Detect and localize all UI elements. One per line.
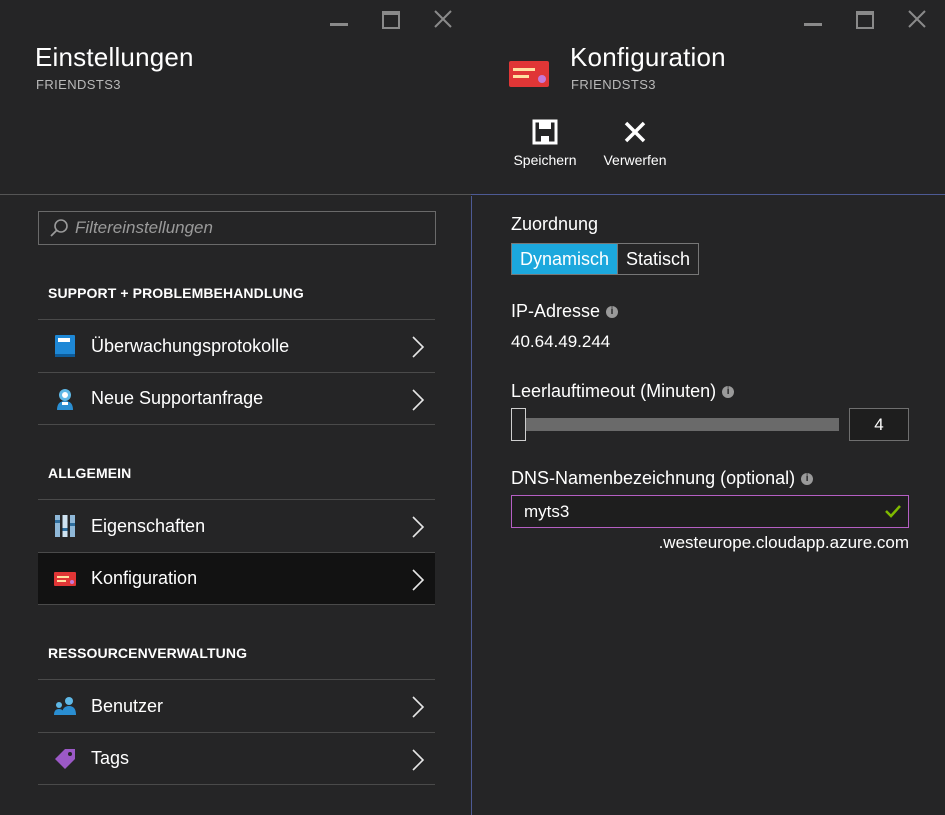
filter-input[interactable]: Filtereinstellungen	[38, 211, 436, 245]
close-icon	[908, 10, 926, 28]
nav-item-tags[interactable]: Tags	[38, 732, 435, 785]
discard-button[interactable]: Verwerfen	[595, 117, 675, 168]
nav-item-label: Benutzer	[91, 695, 164, 716]
idle-timeout-slider[interactable]	[511, 408, 839, 441]
minimize-button[interactable]	[799, 8, 829, 30]
chevron-right-icon	[412, 569, 425, 591]
page-subtitle: FRIENDSTS3	[36, 77, 121, 92]
idle-timeout-label: Leerlauftimeout (Minuten) i	[511, 381, 735, 402]
minimize-button[interactable]	[325, 8, 355, 30]
close-button[interactable]	[903, 8, 933, 30]
search-icon	[50, 219, 68, 237]
dns-label-text: DNS-Namenbezeichnung (optional)	[511, 468, 796, 488]
ip-address-label-text: IP-Adresse	[511, 301, 601, 321]
slider-thumb[interactable]	[511, 408, 526, 441]
maximize-button[interactable]	[851, 8, 881, 30]
nav-item-configuration[interactable]: Konfiguration	[38, 552, 435, 605]
chevron-right-icon	[412, 696, 425, 718]
info-icon[interactable]: i	[722, 385, 735, 398]
dns-suffix: .westeurope.cloudapp.azure.com	[658, 533, 909, 552]
section-header-support: SUPPORT + PROBLEMBEHANDLUNG	[48, 285, 304, 301]
configuration-blade-header: Konfiguration FRIENDSTS3 Speichern Verwe…	[471, 0, 945, 195]
idle-timeout-value[interactable]: 4	[849, 408, 909, 441]
nav-item-label: Konfiguration	[91, 568, 198, 588]
info-icon[interactable]: i	[801, 472, 814, 485]
ip-address-label: IP-Adresse i	[511, 301, 619, 322]
chevron-right-icon	[412, 749, 425, 771]
nav-item-new-support-request[interactable]: Neue Supportanfrage	[38, 372, 435, 425]
ip-card-icon	[52, 566, 78, 592]
filter-placeholder: Filtereinstellungen	[75, 218, 213, 237]
page-title: Konfiguration	[570, 42, 726, 72]
users-icon	[52, 693, 78, 719]
valid-check-icon	[885, 505, 901, 518]
assignment-label-text: Zuordnung	[511, 214, 599, 234]
ip-address-value: 40.64.49.244	[511, 332, 611, 351]
nav-item-label: Neue Supportanfrage	[91, 388, 264, 408]
save-button[interactable]: Speichern	[505, 117, 585, 168]
slider-track	[511, 418, 839, 431]
discard-x-icon	[624, 121, 646, 143]
support-person-icon	[52, 386, 78, 412]
dns-label: DNS-Namenbezeichnung (optional) i	[511, 468, 814, 489]
nav-item-label: Eigenschaften	[91, 515, 206, 536]
section-header-general: ALLGEMEIN	[48, 465, 132, 481]
nav-item-users[interactable]: Benutzer	[38, 679, 435, 732]
nav-item-label: Überwachungsprotokolle	[91, 335, 290, 356]
assignment-option-dynamic[interactable]: Dynamisch	[512, 244, 618, 274]
idle-timeout-label-text: Leerlauftimeout (Minuten)	[511, 381, 717, 401]
section-header-resource-management: RESSOURCENVERWALTUNG	[48, 645, 248, 661]
nav-item-label: Tags	[91, 748, 130, 768]
chevron-right-icon	[412, 336, 425, 358]
configuration-form: Zuordnung Dynamisch Statisch IP-Adresse …	[471, 196, 945, 815]
page-title: Einstellungen	[35, 42, 194, 72]
maximize-button[interactable]	[377, 8, 407, 30]
close-button[interactable]	[429, 8, 459, 30]
save-label: Speichern	[513, 152, 577, 168]
nav-item-properties[interactable]: Eigenschaften	[38, 499, 435, 552]
nav-item-audit-logs[interactable]: Überwachungsprotokolle	[38, 319, 435, 372]
configuration-blade: Konfiguration FRIENDSTS3 Speichern Verwe…	[471, 0, 945, 815]
assignment-toggle: Dynamisch Statisch	[511, 243, 700, 275]
chevron-right-icon	[412, 516, 425, 538]
tag-icon	[52, 746, 78, 772]
save-icon	[532, 119, 558, 145]
settings-blade-header: Einstellungen FRIENDSTS3	[0, 0, 471, 195]
chevron-right-icon	[412, 389, 425, 411]
assignment-label: Zuordnung	[511, 214, 598, 235]
discard-label: Verwerfen	[603, 152, 667, 168]
settings-blade: Einstellungen FRIENDSTS3 Filtereinstellu…	[0, 0, 471, 815]
ip-card-icon	[508, 58, 550, 95]
page-subtitle: FRIENDSTS3	[571, 77, 656, 92]
book-icon	[52, 333, 78, 359]
window-controls	[799, 8, 933, 30]
settings-blade-body: Filtereinstellungen SUPPORT + PROBLEMBEH…	[0, 196, 471, 815]
assignment-option-static[interactable]: Statisch	[617, 244, 699, 274]
window-controls	[325, 8, 459, 30]
properties-bars-icon	[52, 513, 78, 539]
close-icon	[434, 10, 452, 28]
dns-name-input[interactable]: myts3	[511, 495, 909, 528]
dns-name-value: myts3	[524, 501, 570, 521]
info-icon[interactable]: i	[606, 305, 619, 318]
